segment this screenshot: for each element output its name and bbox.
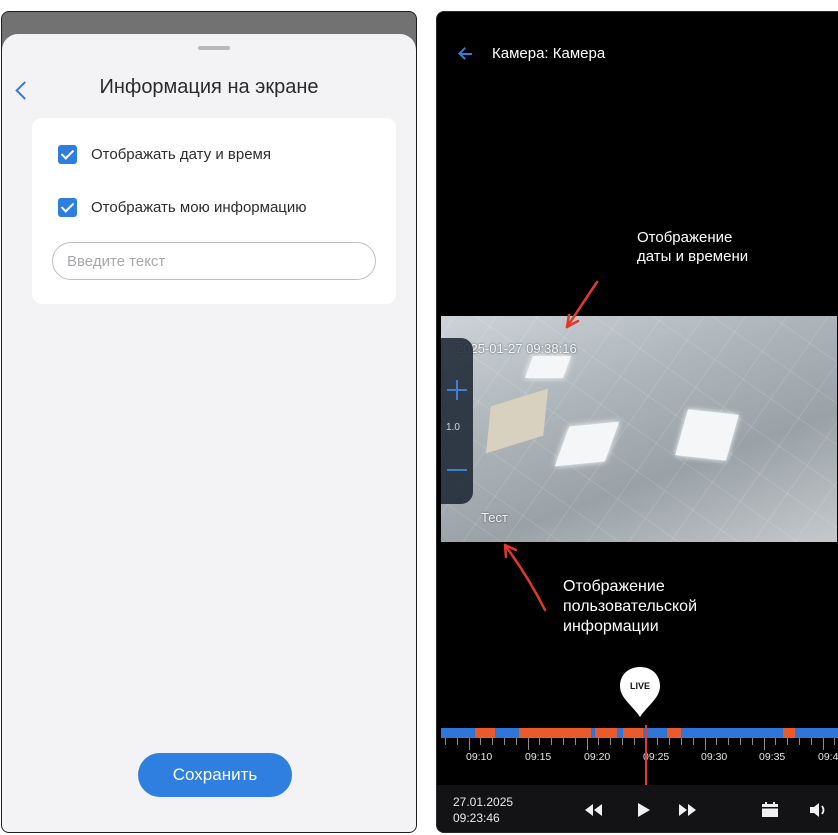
timeline-event-segment — [595, 728, 617, 738]
timeline-tick — [563, 738, 564, 745]
timeline-label: 09:40 — [818, 751, 838, 763]
play-icon[interactable] — [632, 799, 654, 821]
save-button[interactable]: Сохранить — [138, 753, 292, 797]
playback-datetime: 27.01.2025 09:23:46 — [453, 795, 514, 825]
timeline-tick — [468, 738, 470, 750]
timeline-tick — [822, 738, 824, 750]
timeline-label: 09:30 — [701, 751, 728, 763]
camera-title: Камера: Камера — [492, 45, 606, 62]
zoom-out-icon[interactable] — [447, 466, 467, 474]
timeline-tick — [539, 738, 541, 745]
timeline-tick — [681, 738, 682, 745]
onscreen-info-sheet: Информация на экране Отображать дату и в… — [2, 34, 416, 832]
volume-icon[interactable] — [807, 799, 829, 821]
ceiling-light — [524, 356, 572, 378]
timeline-tick — [456, 738, 458, 745]
timeline-tick — [622, 738, 623, 745]
checkbox-datetime-label: Отображать дату и время — [91, 145, 271, 163]
timeline-event-segment — [667, 728, 681, 738]
timeline-tick — [492, 738, 494, 745]
custom-text-input[interactable] — [52, 242, 376, 280]
zoom-level: 1.0 — [446, 422, 460, 433]
timeline-tick — [775, 738, 777, 745]
annotation-datetime: Отображение даты и времени — [637, 229, 749, 265]
back-arrow-icon[interactable] — [457, 44, 473, 64]
options-card: Отображать дату и время Отображать мою и… — [32, 118, 396, 304]
timeline-label: 09:20 — [584, 751, 611, 763]
timeline-tick — [763, 738, 765, 750]
timeline-tick — [810, 738, 812, 745]
timeline-tick — [515, 738, 517, 745]
zoom-control: 1.0 — [441, 338, 473, 504]
osd-user-text: Тест — [481, 510, 508, 525]
checkbox-checked-icon[interactable] — [58, 144, 77, 164]
timeline-tick — [610, 738, 612, 745]
timeline-label: 09:10 — [466, 751, 493, 763]
timeline-ticks — [441, 738, 838, 750]
timeline-tick — [445, 738, 446, 745]
camera-video-view[interactable]: 2025-01-27 09:38:16 Тест 1.0 — [441, 316, 837, 542]
timeline-tick — [480, 738, 482, 745]
timeline-tick — [586, 738, 588, 750]
camera-phone-screen: Камера: Камера Отображение даты и времен… — [436, 11, 838, 833]
timeline-tick — [527, 738, 529, 750]
checkbox-user-info-row[interactable]: Отображать мою информацию — [58, 196, 307, 218]
timeline-event-segment — [623, 728, 643, 738]
timeline-tick — [669, 738, 671, 745]
live-label: LIVE — [629, 681, 650, 691]
page-title: Информация на экране — [99, 76, 319, 98]
timeline-tick — [728, 738, 730, 745]
timeline-label: 09:35 — [759, 751, 786, 763]
annotation-user-info: Отображение пользовательской информации — [563, 578, 698, 635]
live-pin-icon — [620, 667, 660, 717]
playback-timeline[interactable]: 09:10 09:15 09:20 09:25 09:30 09:35 09:4… — [441, 725, 838, 785]
settings-phone-screen: Информация на экране Отображать дату и в… — [1, 11, 417, 833]
timeline-playhead[interactable] — [645, 725, 647, 785]
timeline-tick — [834, 738, 836, 745]
timeline-tick — [751, 738, 753, 745]
zoom-in-icon[interactable] — [447, 380, 467, 400]
sheet-grabber[interactable] — [198, 46, 230, 50]
arrow-to-user-info — [503, 543, 547, 612]
timeline-tick — [692, 738, 694, 745]
checkbox-user-info-label: Отображать мою информацию — [91, 198, 307, 216]
timeline-tick — [716, 738, 718, 745]
calendar-icon[interactable] — [759, 799, 781, 821]
timeline-tick — [574, 738, 576, 745]
timeline-tick — [598, 738, 600, 745]
timeline-event-segment — [519, 728, 591, 738]
osd-datetime: 2025-01-27 09:38:16 — [456, 341, 577, 356]
checkbox-checked-icon[interactable] — [58, 197, 77, 217]
rewind-icon[interactable] — [582, 799, 604, 821]
checkbox-datetime-row[interactable]: Отображать дату и время — [58, 143, 271, 165]
timeline-tick — [799, 738, 800, 745]
timeline-label: 09:15 — [525, 751, 552, 763]
timeline-tick — [504, 738, 505, 745]
timeline-tick — [704, 738, 706, 750]
timeline-tick — [551, 738, 553, 745]
live-button[interactable]: LIVE — [618, 665, 662, 717]
playback-controls: 27.01.2025 09:23:46 — [437, 785, 838, 832]
timeline-tick — [633, 738, 635, 745]
timeline-tick — [657, 738, 659, 745]
timeline-event-segment — [475, 728, 495, 738]
timeline-tick — [787, 738, 789, 745]
timeline-event-segment — [783, 728, 795, 738]
timeline-tick — [740, 738, 741, 745]
fast-forward-icon[interactable] — [677, 799, 699, 821]
